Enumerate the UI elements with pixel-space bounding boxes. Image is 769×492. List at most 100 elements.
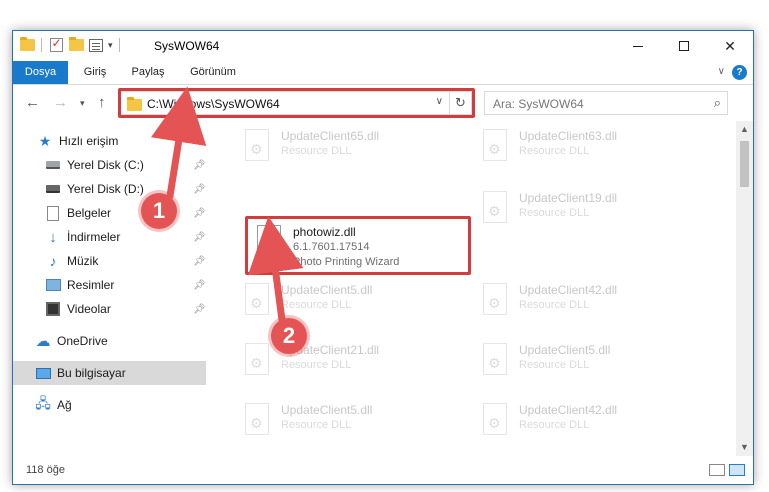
nav-item-pictures[interactable]: Resimler 📌︎ [13, 273, 206, 297]
file-name: UpdateClient42.dll [519, 403, 618, 417]
search-box[interactable]: Ara: SysWOW64 ⌕ [484, 91, 728, 115]
file-name: UpdateClient5.dll [519, 343, 611, 357]
nav-item-label: Yerel Disk (D:) [67, 182, 144, 196]
dll-file-icon: ⚙ ⚙ [255, 225, 285, 261]
nav-item-network[interactable]: 🖧 Ağ [13, 393, 206, 417]
file-description: Resource DLL [519, 419, 590, 431]
properties-icon[interactable] [88, 37, 104, 53]
file-name: UpdateClient65.dll [281, 129, 380, 143]
pin-icon[interactable]: 📌︎ [193, 304, 206, 315]
file-item[interactable]: ⚙ UpdateClient5.dll Resource DLL [475, 339, 695, 385]
tab-file[interactable]: Dosya [13, 61, 68, 84]
back-arrow-icon[interactable]: ← [25, 94, 40, 111]
scroll-thumb[interactable] [740, 141, 749, 187]
dll-file-icon: ⚙ [481, 191, 511, 227]
nav-item-label: Videolar [67, 302, 111, 316]
nav-item-local-disk-c[interactable]: Yerel Disk (C:) 📌︎ [13, 153, 206, 177]
this-pc-icon [35, 365, 51, 381]
explorer-window: ▾ SysWOW64 ✕ Dosya Giriş Paylaş Görünüm … [12, 30, 754, 485]
help-icon[interactable]: ? [732, 65, 747, 80]
pin-icon[interactable]: 📌︎ [193, 232, 206, 243]
file-item[interactable]: ⚙ UpdateClient19.dll Resource DLL [475, 187, 695, 233]
nav-item-label: İndirmeler [67, 230, 121, 244]
pin-icon[interactable]: 📌︎ [193, 208, 206, 219]
nav-item-label: Resimler [67, 278, 115, 292]
nav-item-quick-access[interactable]: ★ Hızlı erişim [13, 129, 206, 153]
file-description: Resource DLL [281, 419, 352, 431]
forward-arrow-icon[interactable]: → [53, 94, 68, 111]
pin-icon[interactable]: 📌︎ [193, 256, 206, 267]
search-input[interactable]: Ara: SysWOW64 [493, 97, 584, 111]
address-row: ← → ▾ ↑ C:\Windows\SysWOW64 ∨ ↻ Ara: Sys… [13, 87, 753, 119]
vertical-scrollbar[interactable]: ▲ ▼ [736, 121, 753, 456]
drive-icon [45, 157, 61, 173]
onedrive-icon: ☁ [35, 333, 51, 350]
window-title: SysWOW64 [154, 39, 220, 53]
file-name: photowiz.dll [293, 225, 356, 239]
recent-locations-chevron-icon[interactable]: ▾ [80, 98, 85, 109]
separator [41, 38, 42, 52]
file-description: Resource DLL [519, 145, 590, 157]
dll-file-icon: ⚙ [243, 343, 273, 379]
file-item[interactable]: ⚙ UpdateClient65.dll Resource DLL [237, 125, 457, 171]
maximize-button[interactable] [661, 31, 707, 61]
downloads-icon: ↓ [49, 228, 57, 246]
maximize-icon [679, 41, 689, 51]
properties-check-icon[interactable] [48, 36, 64, 53]
file-item[interactable]: ⚙ UpdateClient42.dll Resource DLL [475, 399, 695, 445]
nav-item-music[interactable]: ♪ Müzik 📌︎ [13, 249, 206, 273]
expand-ribbon-chevron-icon[interactable]: ∨ [718, 66, 725, 77]
close-button[interactable]: ✕ [707, 31, 753, 61]
nav-item-label: Belgeler [67, 206, 112, 220]
file-item-photowiz[interactable]: ⚙ ⚙ photowiz.dll 6.1.7601.17514 Photo Pri… [249, 221, 469, 268]
file-name: UpdateClient5.dll [281, 403, 373, 417]
up-arrow-icon[interactable]: ↑ [98, 94, 106, 111]
details-view-icon[interactable] [709, 464, 725, 476]
customize-qat-chevron-icon[interactable]: ▾ [108, 40, 113, 51]
scroll-up-icon[interactable]: ▲ [736, 121, 753, 138]
file-item[interactable]: ⚙ UpdateClient42.dll Resource DLL [475, 279, 695, 325]
nav-item-this-pc[interactable]: Bu bilgisayar [13, 361, 206, 385]
pin-icon[interactable]: 📌︎ [193, 160, 206, 171]
pin-icon[interactable]: 📌︎ [193, 280, 206, 291]
dll-file-icon: ⚙ [481, 129, 511, 165]
address-highlight-box [118, 88, 475, 118]
search-icon[interactable]: ⌕ [714, 95, 721, 111]
file-item[interactable]: ⚙ UpdateClient21.dll Resource DLL [237, 339, 457, 385]
tab-home[interactable]: Giriş [75, 61, 115, 84]
documents-icon [45, 205, 61, 221]
ribbon-tabs: Dosya Giriş Paylaş Görünüm ∨ ? [13, 61, 753, 85]
network-icon: 🖧 [35, 395, 51, 411]
pin-icon[interactable]: 📌︎ [193, 184, 206, 195]
file-name: UpdateClient19.dll [519, 191, 618, 205]
file-description: Resource DLL [519, 359, 590, 371]
nav-item-videos[interactable]: Videolar 📌︎ [13, 297, 206, 321]
file-description: Photo Printing Wizard [293, 256, 400, 268]
minimize-icon [633, 45, 643, 47]
nav-item-label: Hızlı erişim [59, 134, 119, 148]
file-item[interactable]: ⚙ UpdateClient63.dll Resource DLL [475, 125, 695, 171]
videos-icon [45, 301, 61, 317]
tiles-view-icon[interactable] [729, 464, 745, 476]
tab-share[interactable]: Paylaş [125, 61, 171, 84]
nav-item-downloads[interactable]: ↓ İndirmeler 📌︎ [13, 225, 206, 249]
minimize-button[interactable] [615, 31, 661, 61]
dll-file-icon: ⚙ [243, 403, 273, 439]
view-switcher [709, 464, 745, 476]
navigation-pane: ★ Hızlı erişim Yerel Disk (C:) 📌︎ Yerel … [13, 121, 206, 456]
file-item[interactable]: ⚙ UpdateClient5.dll Resource DLL [237, 279, 457, 325]
scroll-down-icon[interactable]: ▼ [736, 439, 753, 456]
separator [118, 38, 120, 52]
file-list: ⚙ UpdateClient65.dll Resource DLL ⚙ Upda… [209, 121, 725, 456]
file-name: UpdateClient63.dll [519, 129, 618, 143]
file-description: Resource DLL [519, 207, 590, 219]
nav-item-onedrive[interactable]: ☁ OneDrive [13, 329, 206, 353]
nav-item-documents[interactable]: Belgeler 📌︎ [13, 201, 206, 225]
nav-item-label: Ağ [57, 398, 72, 412]
callout-1: 1 [141, 193, 177, 229]
file-item[interactable]: ⚙ UpdateClient5.dll Resource DLL [237, 399, 457, 445]
tab-view[interactable]: Görünüm [183, 61, 243, 84]
nav-item-local-disk-d[interactable]: Yerel Disk (D:) 📌︎ [13, 177, 206, 201]
dll-file-icon: ⚙ [481, 283, 511, 319]
new-folder-icon[interactable] [68, 37, 84, 53]
